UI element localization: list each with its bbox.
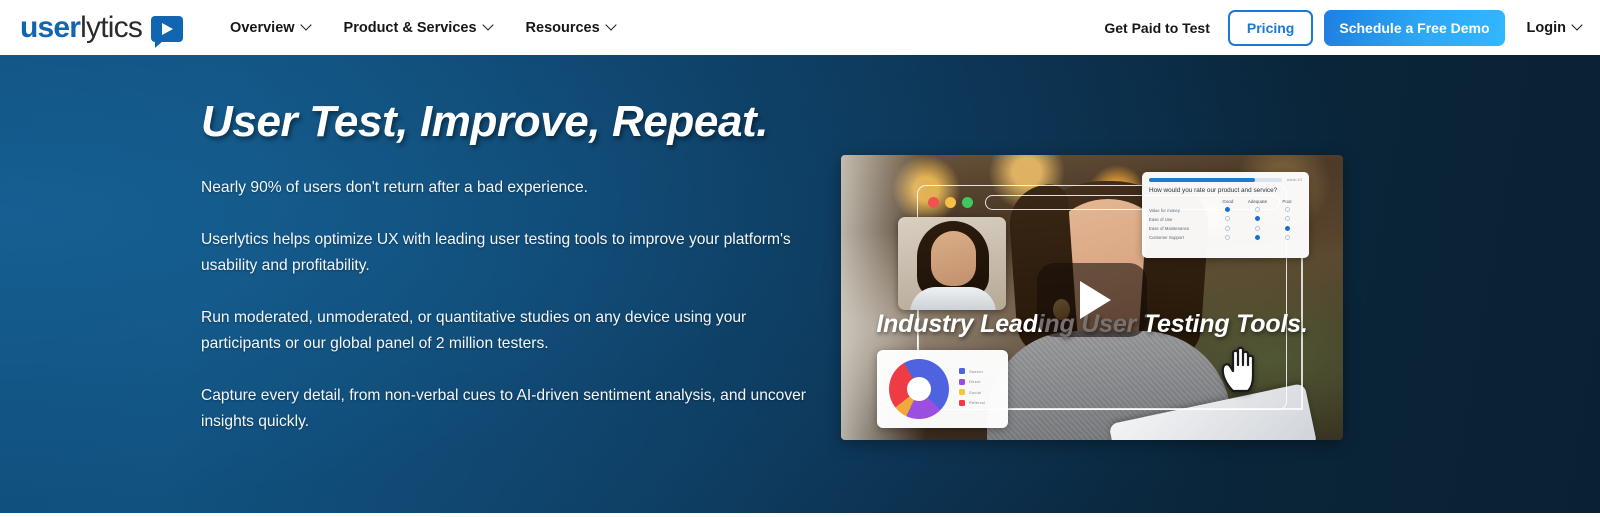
participant-face xyxy=(931,231,976,286)
logo-text-user: user xyxy=(20,10,81,44)
donut-chart-legend: Search Direct Social Referral xyxy=(959,368,985,410)
nav-item-overview[interactable]: Overview xyxy=(230,20,311,36)
hand-pointer-icon xyxy=(1221,346,1255,393)
legend-item: Social xyxy=(959,389,985,395)
login-menu[interactable]: Login xyxy=(1527,20,1582,36)
survey-question: How would you rate our product and servi… xyxy=(1149,187,1278,194)
survey-row: Value for money xyxy=(1149,207,1302,213)
logo-text-lytics: lytics xyxy=(80,10,143,44)
survey-progress-bar xyxy=(1149,178,1282,182)
survey-card: Admin 2/3 How would you rate our product… xyxy=(1142,172,1309,258)
survey-progress-row: Admin 2/3 xyxy=(1149,178,1302,182)
survey-radio-cell[interactable] xyxy=(1213,207,1243,213)
survey-radio-cell[interactable] xyxy=(1243,225,1273,232)
hero-paragraph-4: Capture every detail, from non-verbal cu… xyxy=(201,387,806,430)
page-bottom-edge xyxy=(0,513,1600,517)
get-paid-to-test-link[interactable]: Get Paid to Test xyxy=(1104,20,1210,36)
hero-paragraph-1: Nearly 90% of users don't return after a… xyxy=(201,179,588,196)
legend-swatch xyxy=(959,399,965,406)
analytics-donut-card: Search Direct Social Referral xyxy=(877,350,1008,428)
site-logo[interactable]: userlytics xyxy=(20,10,184,48)
hero-paragraph-2: Userlytics helps optimize UX with leadin… xyxy=(201,231,791,274)
play-button-icon[interactable] xyxy=(1037,263,1147,337)
survey-row: Customer Support xyxy=(1149,234,1302,241)
survey-row: Ease of Use xyxy=(1149,216,1302,222)
survey-column-poor: Poor xyxy=(1282,199,1292,204)
donut-chart xyxy=(889,359,949,419)
chevron-down-icon xyxy=(484,21,493,30)
nav-item-overview-label: Overview xyxy=(230,19,295,36)
chevron-down-icon xyxy=(1573,21,1582,30)
legend-item: Referral xyxy=(959,399,985,406)
survey-radio-cell[interactable] xyxy=(1243,234,1273,241)
survey-radio-cell[interactable] xyxy=(1213,225,1243,232)
survey-radio-cell[interactable] xyxy=(1213,234,1243,241)
hero-video-thumbnail[interactable]: Admin 2/3 How would you rate our product… xyxy=(841,155,1343,440)
survey-radio-cell[interactable] xyxy=(1272,225,1302,232)
survey-row-label: Customer Support xyxy=(1149,235,1184,241)
survey-radio-cell[interactable] xyxy=(1243,207,1273,213)
survey-row-label: Ease of Maintenance xyxy=(1149,226,1190,232)
survey-radio-cell[interactable] xyxy=(1243,216,1273,222)
hero-paragraph-3: Run moderated, unmoderated, or quantitat… xyxy=(201,309,747,352)
legend-swatch xyxy=(959,389,965,395)
pricing-button[interactable]: Pricing xyxy=(1227,9,1314,46)
legend-swatch xyxy=(959,378,965,385)
navigation-actions: Get Paid to Test Pricing Schedule a Free… xyxy=(1104,9,1582,46)
logo-play-triangle xyxy=(162,22,174,35)
survey-row-label: Ease of Use xyxy=(1149,216,1173,222)
browser-maximize-dot-icon xyxy=(962,196,973,208)
nav-item-resources-label: Resources xyxy=(525,19,600,36)
survey-row-label: Value for money xyxy=(1149,207,1180,213)
schedule-free-demo-button[interactable]: Schedule a Free Demo xyxy=(1324,9,1505,46)
chevron-down-icon xyxy=(607,21,616,30)
legend-label: Direct xyxy=(969,379,981,384)
nav-item-product-services[interactable]: Product & Services xyxy=(344,20,493,36)
primary-menu: Overview Product & Services Resources xyxy=(230,20,616,36)
play-bubble-icon xyxy=(151,15,184,48)
legend-label: Search xyxy=(969,368,983,374)
legend-swatch xyxy=(959,368,965,374)
participant-shirt xyxy=(910,287,996,310)
legend-item: Direct xyxy=(959,378,985,385)
nav-item-resources[interactable]: Resources xyxy=(526,20,616,36)
legend-label: Referral xyxy=(969,400,985,405)
logo-wordmark: userlytics xyxy=(20,10,143,44)
legend-item: Search xyxy=(959,368,985,374)
survey-radio-cell[interactable] xyxy=(1272,234,1302,241)
page-title: User Test, Improve, Repeat. xyxy=(201,97,769,146)
survey-radio-cell[interactable] xyxy=(1213,216,1243,222)
survey-column-adequate: Adequate xyxy=(1247,199,1268,204)
survey-counter-label: Admin 2/3 xyxy=(1286,178,1302,182)
survey-radio-cell[interactable] xyxy=(1272,216,1302,222)
participant-video-tile xyxy=(898,217,1006,310)
legend-label: Social xyxy=(969,389,982,395)
browser-minimize-dot-icon xyxy=(945,196,956,208)
hero-copy: Nearly 90% of users don't return after a… xyxy=(201,175,826,435)
nav-item-product-services-label: Product & Services xyxy=(343,19,477,36)
login-label: Login xyxy=(1526,19,1566,36)
survey-row: Ease of Maintenance xyxy=(1149,225,1302,232)
browser-close-dot-icon xyxy=(928,196,939,208)
survey-header-row: Good Adequate Poor xyxy=(1149,199,1302,204)
survey-matrix: Good Adequate Poor Value for money Ease … xyxy=(1149,199,1302,241)
top-navigation-bar: userlytics Overview Product & Services R… xyxy=(0,0,1600,55)
survey-column-good: Good xyxy=(1222,199,1234,204)
hero-section: User Test, Improve, Repeat. Nearly 90% o… xyxy=(0,55,1600,513)
survey-radio-cell[interactable] xyxy=(1272,207,1302,213)
chevron-down-icon xyxy=(302,21,311,30)
